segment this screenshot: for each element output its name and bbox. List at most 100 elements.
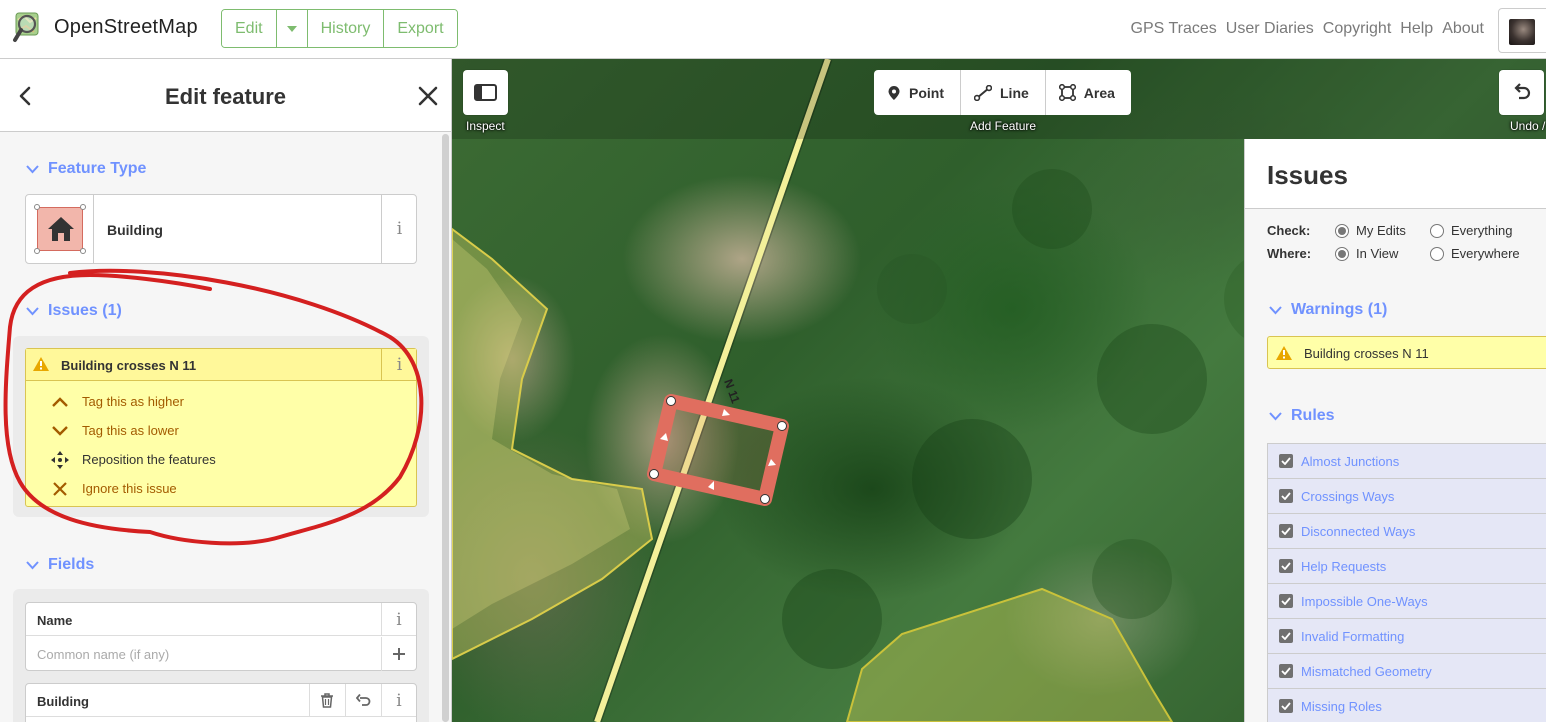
fields-section-toggle[interactable]: Fields	[26, 556, 94, 574]
warning-list-item[interactable]: Building crosses N 11	[1267, 336, 1546, 369]
vertex-handle[interactable]	[760, 494, 770, 504]
nav-link-copyright[interactable]: Copyright	[1323, 20, 1391, 38]
vertex-handle[interactable]	[777, 421, 787, 431]
checkbox-checked-icon	[1279, 489, 1293, 503]
add-line-button[interactable]: Line	[961, 70, 1046, 115]
issue-card: Building crosses N 11 i Tag this as high…	[25, 348, 417, 507]
close-icon	[53, 481, 67, 496]
name-info-button[interactable]: i	[381, 603, 416, 636]
inspect-label: Inspect	[466, 119, 505, 133]
add-feature-label: Add Feature	[970, 119, 1037, 133]
export-button[interactable]: Export	[384, 10, 457, 47]
add-point-button[interactable]: Point	[874, 70, 961, 115]
trash-icon	[321, 693, 333, 708]
radio-everything[interactable]: Everything	[1430, 223, 1512, 238]
sidebar-scrollbar-thumb[interactable]	[442, 134, 449, 722]
edit-dropdown-button[interactable]	[276, 10, 308, 47]
osm-magnifier-logo-icon	[13, 12, 39, 42]
reset-field-button[interactable]	[345, 684, 380, 717]
rule-label: Missing Roles	[1301, 698, 1382, 714]
radio-label: In View	[1356, 246, 1399, 261]
rule-label: Invalid Formatting	[1301, 628, 1405, 644]
rule-help-requests[interactable]: Help Requests	[1267, 548, 1546, 583]
building-preset-icon	[34, 204, 86, 254]
rules-label: Rules	[1291, 407, 1335, 424]
remove-field-button[interactable]	[309, 684, 344, 717]
warnings-section-toggle[interactable]: Warnings (1)	[1269, 301, 1387, 319]
add-area-button[interactable]: Area	[1046, 70, 1131, 115]
feature-type-section-toggle[interactable]: Feature Type	[26, 160, 146, 178]
undo-button[interactable]	[1499, 70, 1544, 115]
vertex-handle[interactable]	[649, 469, 659, 479]
user-menu-button[interactable]	[1498, 8, 1546, 53]
edit-button[interactable]: Edit	[222, 10, 277, 47]
road-label: N 11	[721, 377, 743, 405]
nav-link-user-diaries[interactable]: User Diaries	[1226, 20, 1314, 38]
rule-label: Crossings Ways	[1301, 488, 1395, 504]
issues-section-toggle[interactable]: Issues (1)	[26, 302, 122, 320]
issue-info-button[interactable]: i	[381, 349, 417, 381]
point-icon	[888, 85, 900, 100]
history-button[interactable]: History	[307, 10, 385, 47]
rule-missing-roles[interactable]: Missing Roles	[1267, 688, 1546, 722]
osm-logo[interactable]: OpenStreetMap	[12, 10, 198, 44]
preset-selector[interactable]: Building i	[25, 194, 417, 264]
vertex-handle[interactable]	[666, 396, 676, 406]
rule-crossings-ways[interactable]: Crossings Ways	[1267, 478, 1546, 513]
issue-header[interactable]: Building crosses N 11 i	[26, 349, 416, 381]
rule-mismatched-geometry[interactable]: Mismatched Geometry	[1267, 653, 1546, 688]
radio-unselected-icon	[1430, 223, 1444, 238]
rules-section-toggle[interactable]: Rules	[1269, 407, 1335, 425]
preset-info-button[interactable]: i	[381, 195, 417, 263]
where-label: Where:	[1267, 246, 1312, 261]
rule-invalid-formatting[interactable]: Invalid Formatting	[1267, 618, 1546, 653]
building-info-button[interactable]: i	[381, 684, 416, 717]
chevron-down-icon	[1269, 305, 1282, 314]
name-input[interactable]: Common name (if any)	[37, 647, 169, 662]
secondary-nav: GPS Traces User Diaries Copyright Help A…	[1131, 20, 1484, 38]
fix-label: Reposition the features	[82, 452, 216, 467]
chevron-down-icon	[1269, 411, 1282, 420]
app-name: OpenStreetMap	[54, 15, 198, 38]
fix-ignore[interactable]: Ignore this issue	[26, 474, 416, 503]
add-line-label: Line	[1000, 84, 1029, 101]
fix-reposition[interactable]: Reposition the features	[26, 445, 416, 474]
rule-disconnected-ways[interactable]: Disconnected Ways	[1267, 513, 1546, 548]
add-area-label: Area	[1083, 84, 1115, 101]
rule-almost-junctions[interactable]: Almost Junctions	[1267, 443, 1546, 478]
radio-everywhere[interactable]: Everywhere	[1430, 246, 1520, 261]
checkbox-checked-icon	[1279, 559, 1293, 573]
nav-link-help[interactable]: Help	[1400, 20, 1433, 38]
issues-pane-header: Issues	[1245, 139, 1546, 209]
preset-icon-area	[26, 195, 94, 263]
rule-impossible-one-ways[interactable]: Impossible One-Ways	[1267, 583, 1546, 618]
fix-tag-higher[interactable]: Tag this as higher	[26, 387, 416, 416]
move-icon	[51, 450, 69, 469]
fix-tag-lower[interactable]: Tag this as lower	[26, 416, 416, 445]
checkbox-checked-icon	[1279, 454, 1293, 468]
nav-link-about[interactable]: About	[1442, 20, 1484, 38]
name-field: Name i Common name (if any)	[25, 602, 417, 671]
edit-history-export-group: Edit History Export	[221, 9, 458, 48]
radio-in-view[interactable]: In View	[1335, 246, 1398, 261]
fix-label: Tag this as higher	[82, 394, 184, 409]
add-localized-name-button[interactable]	[381, 637, 416, 671]
issues-pane: Issues Check: Where: My Edits Everything…	[1244, 139, 1546, 722]
building-field-header: Building i	[26, 684, 416, 717]
inspect-button[interactable]	[463, 70, 508, 115]
radio-my-edits[interactable]: My Edits	[1335, 223, 1406, 238]
selected-building[interactable]	[647, 394, 789, 506]
undo-label: Undo /	[1510, 119, 1546, 133]
nav-link-gps-traces[interactable]: GPS Traces	[1131, 20, 1217, 38]
radio-selected-icon	[1335, 246, 1349, 261]
checkbox-checked-icon	[1279, 594, 1293, 608]
undo-icon	[355, 693, 370, 706]
name-field-label: Name	[37, 613, 73, 628]
house-icon	[48, 217, 74, 241]
warnings-label: Warnings (1)	[1291, 301, 1388, 318]
chevron-down-icon	[26, 306, 39, 315]
sidebar-header: Edit feature	[0, 59, 451, 132]
fields-label: Fields	[48, 556, 95, 573]
chevron-up-icon	[52, 396, 68, 407]
close-icon[interactable]	[417, 85, 439, 107]
